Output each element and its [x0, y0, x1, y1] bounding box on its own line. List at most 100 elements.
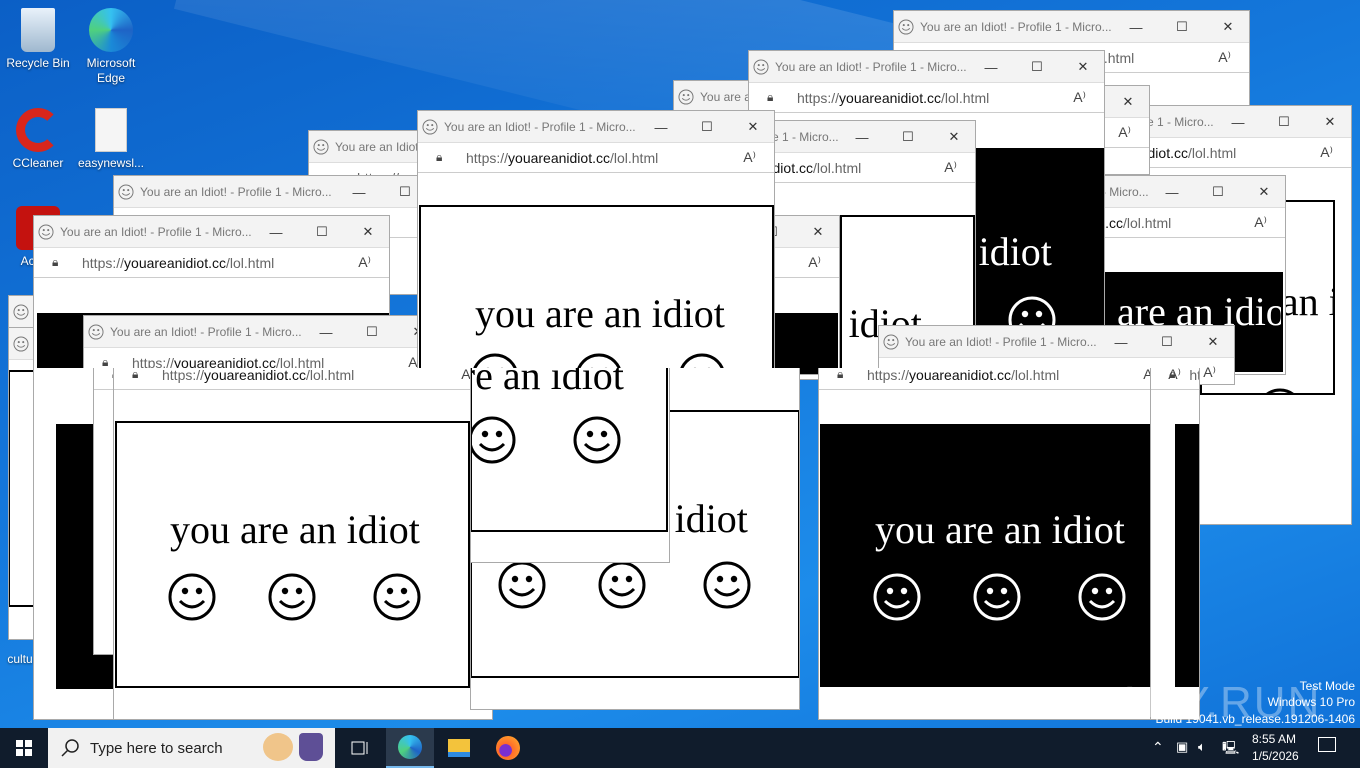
browser-window[interactable]: You are an Idiot! - Profile 1 - Micro...…	[83, 315, 440, 375]
url-text[interactable]: https://youareanidiot.cc/lol.html	[82, 255, 274, 271]
url-prefix: https://	[82, 254, 125, 271]
title-bar[interactable]: You are an Idiot! - Profile 1 - Micro...…	[418, 111, 774, 143]
address-bar[interactable]: 🔒︎ https://youareanidiot.cc/lol.html A⁾	[34, 248, 389, 278]
task-view-button[interactable]	[336, 728, 384, 768]
close-button[interactable]: ✕	[1205, 11, 1249, 43]
close-button[interactable]: ✕	[345, 216, 389, 248]
url-path: /lol.html	[1122, 214, 1172, 231]
read-aloud-icon[interactable]: A⁾	[1203, 364, 1216, 381]
close-button[interactable]: ✕	[1307, 106, 1351, 138]
maximize-button[interactable]: ☐	[1195, 176, 1241, 208]
minimize-button[interactable]: —	[1215, 106, 1261, 138]
read-aloud-icon[interactable]: A⁾	[1218, 49, 1231, 66]
network-icon[interactable]: 🖳︎	[1222, 739, 1239, 761]
read-aloud-icon[interactable]: A⁾	[743, 149, 756, 166]
lock-icon: 🔒︎	[837, 368, 844, 381]
page-content-box	[775, 313, 838, 374]
minimize-button[interactable]: —	[1098, 326, 1144, 358]
address-bar[interactable]: 🔒︎ https://youareanidiot.cc/lol.html A⁾	[1151, 368, 1199, 390]
minimize-button[interactable]: —	[303, 316, 349, 348]
maximize-button[interactable]: ☐	[349, 316, 395, 348]
minimize-button[interactable]: —	[638, 111, 684, 143]
lock-icon: 🔒︎	[436, 150, 443, 164]
browser-window[interactable]: You are an Idiot! - Profile 1 - Micro...…	[818, 368, 1175, 720]
close-button[interactable]: ✕	[795, 216, 839, 248]
notifications-icon[interactable]	[1318, 737, 1336, 752]
read-aloud-icon[interactable]: A⁾	[808, 254, 821, 271]
volume-icon[interactable]: 🔈︎	[1198, 739, 1206, 755]
smiley-favicon-icon	[118, 183, 134, 200]
clock-time[interactable]: 8:55 AM	[1252, 732, 1296, 746]
minimize-button[interactable]: —	[1149, 176, 1195, 208]
url-text[interactable]: https://youareanidiot.cc/lol.html	[797, 90, 989, 106]
maximize-button[interactable]: ☐	[1014, 51, 1060, 83]
address-bar[interactable]: 🔒︎ https://youareanidiot.cc/lol.html A⁾	[819, 368, 1174, 390]
read-aloud-icon[interactable]: A⁾	[1168, 368, 1181, 383]
url-path: /lol.html	[1010, 368, 1060, 383]
clock-date[interactable]: 1/5/2026	[1252, 749, 1299, 763]
read-aloud-icon[interactable]: A⁾	[1073, 89, 1086, 106]
browser-window[interactable]: You are an Idiot! - Profile 1 - Micro...…	[470, 368, 670, 563]
minimize-button[interactable]: —	[839, 121, 885, 153]
url-text[interactable]: https://youareanidiot.cc/lol.html	[867, 368, 1059, 383]
read-aloud-icon[interactable]: A⁾	[1254, 214, 1267, 231]
smiley-face-icon	[872, 572, 922, 622]
address-bar[interactable]: 🔒︎ https://youareanidiot.cc/lol.html A⁾	[114, 368, 492, 390]
url-path: /lol.html	[225, 254, 275, 271]
close-button[interactable]: ✕	[1190, 326, 1234, 358]
read-aloud-icon[interactable]: A⁾	[944, 159, 957, 176]
start-button[interactable]	[0, 728, 48, 768]
show-hidden-icons-button[interactable]: ⌃	[1152, 739, 1164, 756]
smiley-favicon-icon	[13, 335, 29, 352]
maximize-button[interactable]: ☐	[684, 111, 730, 143]
smiley-face-icon	[572, 415, 622, 465]
title-bar[interactable]: You are an Idiot! - Profile 1 - Micro...…	[749, 51, 1104, 83]
close-button[interactable]: ✕	[1241, 176, 1285, 208]
smiley-favicon-icon	[883, 333, 899, 350]
browser-window[interactable]: You are an Idiot! - Profile 1 - Micro...…	[113, 368, 493, 720]
address-bar[interactable]: 🔒︎ https://youareanidiot.cc/lol.html A⁾	[418, 143, 774, 173]
taskbar-search-box[interactable]: Type here to search	[48, 728, 335, 768]
title-bar[interactable]: You are an Idiot! - Profile 1 - Micro...…	[34, 216, 389, 248]
close-button[interactable]: ✕	[1105, 86, 1149, 118]
close-button[interactable]: ✕	[1060, 51, 1104, 83]
lock-icon: 🔒︎	[52, 255, 59, 269]
camera-icon[interactable]: ▣	[1176, 739, 1188, 755]
minimize-button[interactable]: —	[1113, 11, 1159, 43]
url-text[interactable]: https://youareanidiot.cc/lol.html	[162, 368, 354, 383]
read-aloud-icon[interactable]: A⁾	[1118, 124, 1131, 141]
url-text[interactable]: https://youareanidiot.cc/lol.html	[466, 150, 658, 166]
taskbar-firefox[interactable]	[484, 728, 532, 768]
build-text: Build 19041.vb_release.191206-1406	[1155, 712, 1356, 726]
close-button[interactable]: ✕	[931, 121, 975, 153]
browser-window[interactable]: You are an Idiot! - Profile 1 - Micro...…	[417, 110, 775, 375]
title-bar[interactable]: You are an Idiot! - Profile 1 - Micro...…	[84, 316, 439, 348]
maximize-button[interactable]: ☐	[1144, 326, 1190, 358]
smiley-favicon-icon	[422, 118, 438, 135]
smiley-face-icon	[267, 572, 317, 622]
minimize-button[interactable]: —	[968, 51, 1014, 83]
title-bar[interactable]: You are an Idiot! - Profile 1 - Micro...…	[894, 11, 1249, 43]
url-text[interactable]: https://youareanidiot.cc/lol.html	[1189, 368, 1199, 383]
taskbar-edge[interactable]	[386, 728, 434, 768]
minimize-button[interactable]: —	[336, 176, 382, 208]
maximize-button[interactable]: ☐	[1261, 106, 1307, 138]
page-content-box: you are an idiot	[471, 368, 668, 532]
address-bar[interactable]: 🔒︎ https://youareanidiot.cc/lol.html A⁾	[749, 83, 1104, 113]
read-aloud-icon[interactable]: A⁾	[358, 254, 371, 271]
smiley-face-icon	[597, 560, 647, 610]
maximize-button[interactable]: ☐	[885, 121, 931, 153]
maximize-button[interactable]: ☐	[1159, 11, 1205, 43]
read-aloud-icon[interactable]: A⁾	[1320, 144, 1333, 161]
idiot-message: you are an idiot	[170, 507, 420, 552]
close-button[interactable]: ✕	[730, 111, 774, 143]
title-bar[interactable]: You are an Idiot! - Profile 1 - Micro...…	[879, 326, 1234, 358]
test-mode-text: Test Mode	[1299, 679, 1355, 693]
minimize-button[interactable]: —	[253, 216, 299, 248]
maximize-button[interactable]: ☐	[299, 216, 345, 248]
url-path: /lol.html	[1187, 144, 1237, 161]
page-content-box: you are an idiot	[419, 205, 774, 374]
taskbar-file-explorer[interactable]	[435, 728, 483, 768]
search-placeholder: Type here to search	[90, 739, 223, 757]
browser-window[interactable]: You are an Idiot! - Profile 1 - Micro...…	[1150, 368, 1200, 720]
